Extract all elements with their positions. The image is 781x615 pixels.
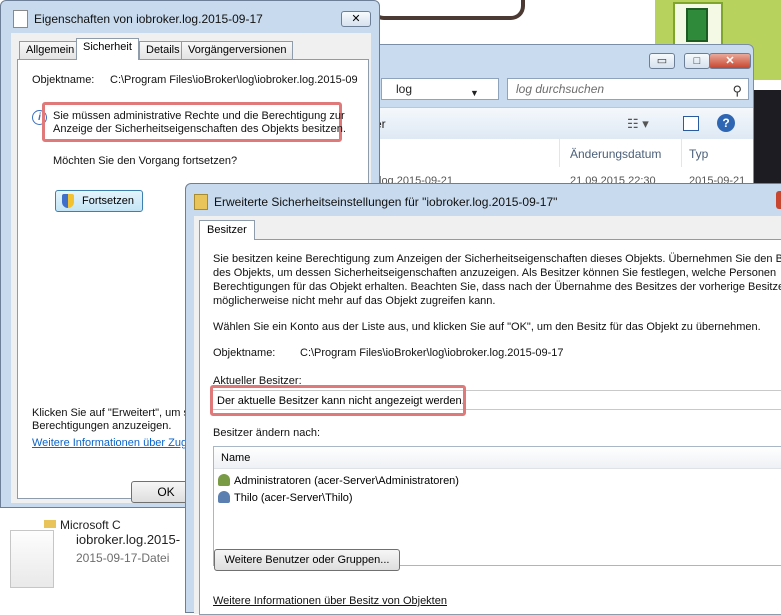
tab-sicherheit[interactable]: Sicherheit bbox=[76, 38, 139, 60]
owner-name: Administratoren (acer-Server\Administrat… bbox=[234, 475, 459, 487]
door-icon bbox=[686, 8, 708, 42]
folder-icon bbox=[44, 520, 56, 528]
background-dark-strip bbox=[752, 90, 781, 185]
file-icon bbox=[10, 530, 54, 588]
tab-allgemein[interactable]: Allgemein bbox=[19, 41, 82, 59]
explorer-window: ▭ □ ✕ log ▼ ⇆ log durchsuchen ⚲ er ☷ ▾ ?… bbox=[370, 44, 754, 204]
close-button[interactable] bbox=[776, 191, 781, 209]
shield-icon bbox=[62, 194, 74, 208]
address-text: log bbox=[396, 82, 413, 96]
help-icon[interactable]: ? bbox=[717, 114, 735, 132]
highlight-box bbox=[210, 385, 466, 416]
object-name-label: Objektname: bbox=[213, 347, 276, 359]
tab-vorgaengerversionen[interactable]: Vorgängerversionen bbox=[181, 41, 294, 59]
object-name-label: Objektname: bbox=[32, 74, 95, 86]
change-owner-label: Besitzer ändern nach: bbox=[213, 427, 321, 439]
view-options-icon[interactable]: ☷ ▾ bbox=[627, 116, 649, 132]
chevron-down-icon[interactable]: ▼ bbox=[470, 83, 479, 103]
choose-account-text: Wählen Sie ein Konto aus der Liste aus, … bbox=[213, 321, 761, 333]
folder-icon bbox=[194, 194, 208, 210]
highlight-box bbox=[42, 102, 342, 142]
search-icon[interactable]: ⚲ bbox=[732, 81, 742, 101]
close-button[interactable]: ✕ bbox=[341, 11, 371, 27]
continue-question: Möchten Sie den Vorgang fortsetzen? bbox=[53, 155, 238, 167]
address-bar[interactable]: log ▼ bbox=[381, 78, 499, 100]
column-divider bbox=[681, 139, 682, 167]
column-header-date[interactable]: Änderungsdatum bbox=[570, 147, 661, 161]
info-line-4: möglicherweise nicht mehr auf das Objekt… bbox=[213, 295, 496, 307]
search-input[interactable]: log durchsuchen ⚲ bbox=[507, 78, 749, 100]
warning-line-1: Sie müssen administrative Rechte und die… bbox=[53, 110, 345, 122]
owner-tab-panel: Sie besitzen keine Berechtigung zum Anze… bbox=[199, 239, 781, 615]
info-line-2: des Objekts, um dessen Sicherheitseigens… bbox=[213, 267, 777, 279]
file-name: iobroker.log.2015- bbox=[76, 532, 181, 547]
dialog-title: Eigenschaften von iobroker.log.2015-09-1… bbox=[34, 12, 263, 26]
continue-button[interactable]: Fortsetzen bbox=[55, 190, 143, 212]
ownership-info-link[interactable]: Weitere Informationen über Besitz von Ob… bbox=[213, 594, 447, 608]
close-button[interactable]: ✕ bbox=[709, 53, 751, 69]
owner-name: Thilo (acer-Server\Thilo) bbox=[234, 492, 353, 504]
list-item-administratoren[interactable]: Administratoren (acer-Server\Administrat… bbox=[218, 473, 459, 489]
object-name-value: C:\Program Files\ioBroker\log\iobroker.l… bbox=[110, 74, 358, 86]
info-line-3: Berechtigungen für das Objekt erhalten. … bbox=[213, 281, 781, 293]
dialog-body: Besitzer Sie besitzen keine Berechtigung… bbox=[194, 216, 781, 615]
more-users-button[interactable]: Weitere Benutzer oder Gruppen... bbox=[214, 549, 400, 571]
user-icon bbox=[218, 491, 230, 503]
background-frame bbox=[370, 0, 525, 20]
tab-details[interactable]: Details bbox=[139, 41, 187, 59]
group-icon bbox=[218, 474, 230, 486]
tab-besitzer[interactable]: Besitzer bbox=[199, 220, 255, 240]
warning-line-2: Anzeige der Sicherheitseigenschaften des… bbox=[53, 123, 346, 135]
advanced-hint-line-2: Berechtigungen anzuzeigen. bbox=[32, 420, 172, 432]
maximize-button[interactable]: □ bbox=[684, 53, 710, 69]
list-header-name[interactable]: Name bbox=[214, 447, 781, 469]
minimize-button[interactable]: ▭ bbox=[649, 53, 675, 69]
info-line-1: Sie besitzen keine Berechtigung zum Anze… bbox=[213, 253, 781, 265]
explorer-toolbar: er ☷ ▾ ? bbox=[371, 107, 753, 140]
search-placeholder: log durchsuchen bbox=[516, 82, 605, 96]
preview-pane-icon[interactable] bbox=[683, 116, 699, 131]
object-name-value: C:\Program Files\ioBroker\log\iobroker.l… bbox=[300, 347, 564, 359]
file-type: 2015-09-17-Datei bbox=[76, 551, 170, 565]
dialog-title: Erweiterte Sicherheitseinstellungen für … bbox=[214, 195, 558, 209]
folder-label[interactable]: Microsoft C bbox=[60, 518, 121, 532]
column-header-type[interactable]: Typ bbox=[689, 147, 708, 161]
more-info-link[interactable]: Weitere Informationen über Zugr bbox=[32, 437, 191, 449]
continue-button-label: Fortsetzen bbox=[82, 195, 134, 207]
column-divider bbox=[559, 139, 560, 167]
list-item-thilo[interactable]: Thilo (acer-Server\Thilo) bbox=[218, 490, 353, 506]
document-icon bbox=[13, 10, 28, 28]
advanced-security-dialog: Erweiterte Sicherheitseinstellungen für … bbox=[185, 183, 781, 615]
owner-list: Name Administratoren (acer-Server\Admini… bbox=[213, 446, 781, 566]
